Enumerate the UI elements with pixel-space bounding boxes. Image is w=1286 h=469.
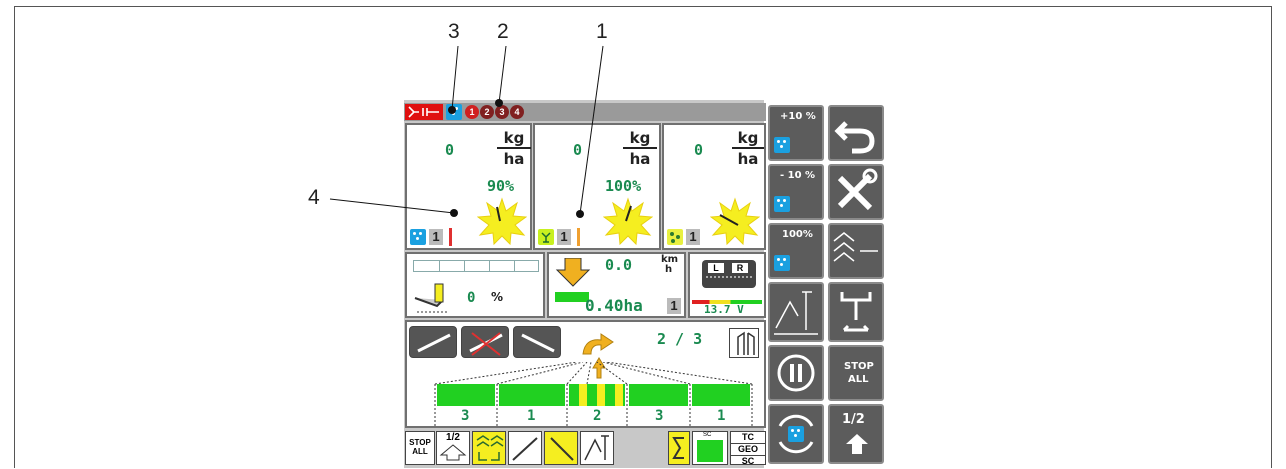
callout-leader-lines: [329, 45, 604, 218]
